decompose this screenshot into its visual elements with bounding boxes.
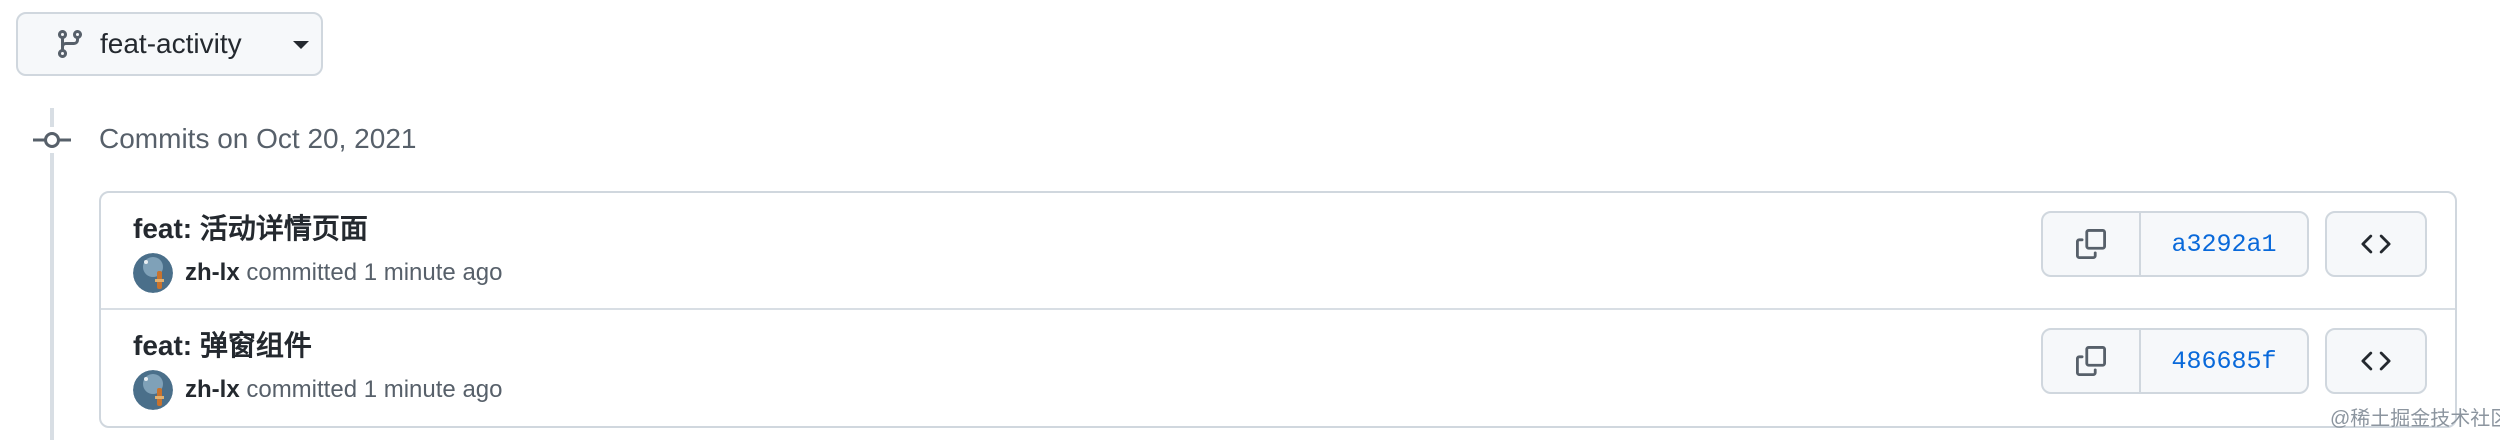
commit-title-link[interactable]: feat: 活动详情页面 xyxy=(133,213,368,245)
commit-list: feat: 活动详情页面 zh-lx committed 1 minute ag… xyxy=(99,191,2457,428)
browse-repo-button[interactable] xyxy=(2325,328,2427,394)
git-branch-icon xyxy=(57,30,82,59)
watermark: @稀土掘金技术社区 xyxy=(2330,408,2500,430)
commit-meta: zh-lx committed 1 minute ago xyxy=(185,376,502,404)
commit-sha-link[interactable]: 486685f xyxy=(2141,330,2307,392)
chevron-down-icon xyxy=(293,41,309,49)
browse-repo-button[interactable] xyxy=(2325,211,2427,277)
commit-action-text: committed xyxy=(246,376,358,403)
timeline-line xyxy=(50,108,54,440)
commit-time: 1 minute ago xyxy=(363,259,503,286)
copy-sha-button[interactable] xyxy=(2043,213,2141,275)
commit-time: 1 minute ago xyxy=(363,376,503,403)
code-icon xyxy=(2361,351,2391,371)
avatar[interactable] xyxy=(133,253,173,293)
commit-author-link[interactable]: zh-lx xyxy=(185,259,240,286)
avatar[interactable] xyxy=(133,370,173,410)
copy-icon xyxy=(2076,346,2106,376)
commit-sha-link[interactable]: a3292a1 xyxy=(2141,213,2307,275)
copy-sha-button[interactable] xyxy=(2043,330,2141,392)
commit-action-text: committed xyxy=(246,259,358,286)
git-commit-icon xyxy=(33,127,71,153)
commit-meta: zh-lx committed 1 minute ago xyxy=(185,259,502,287)
commit-row: feat: 弹窗组件 zh-lx committed 1 minute ago xyxy=(101,310,2455,426)
copy-icon xyxy=(2076,229,2106,259)
code-icon xyxy=(2361,234,2391,254)
branch-selector-button[interactable]: feat-activity xyxy=(16,12,323,76)
sha-button-group: 486685f xyxy=(2041,328,2309,394)
commit-title-link[interactable]: feat: 弹窗组件 xyxy=(133,330,312,362)
commit-author-link[interactable]: zh-lx xyxy=(185,376,240,403)
commits-date-heading: Commits on Oct 20, 2021 xyxy=(99,123,417,154)
sha-button-group: a3292a1 xyxy=(2041,211,2309,277)
branch-name: feat-activity xyxy=(100,28,242,59)
commit-row: feat: 活动详情页面 zh-lx committed 1 minute ag… xyxy=(101,193,2455,310)
